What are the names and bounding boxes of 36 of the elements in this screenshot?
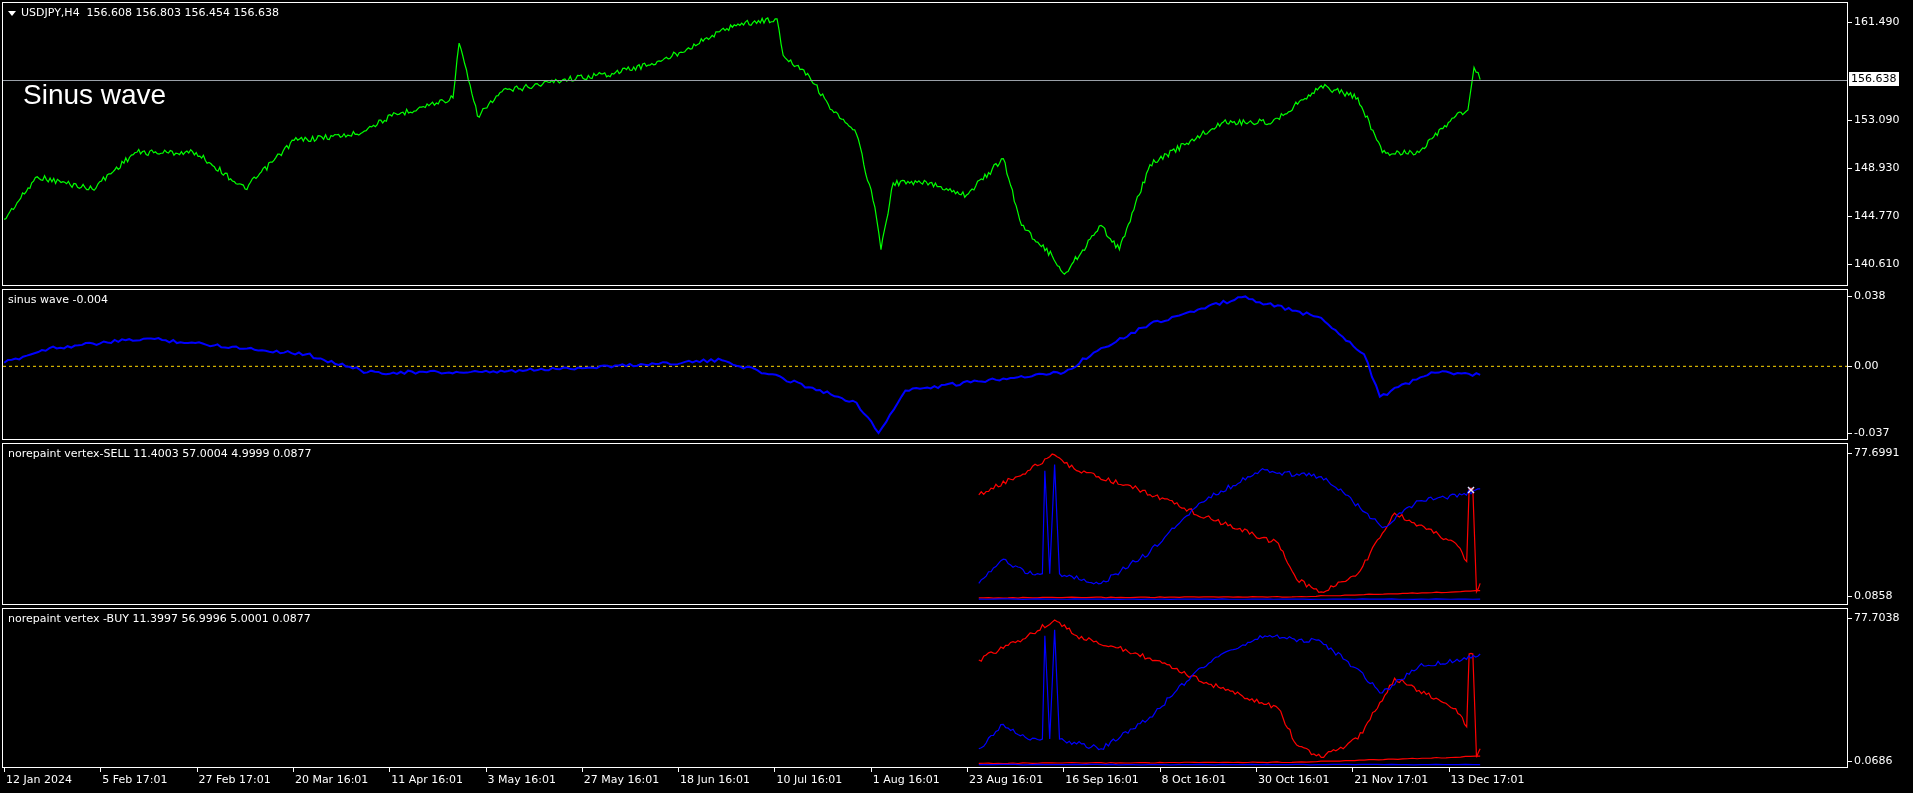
axis-label: -0.037 [1854,426,1890,440]
axis-label: 0.0686 [1854,754,1893,768]
indicator-label: norepaint vertex -BUY 11.3997 56.9996 5.0001 0.0877 [8,612,311,626]
time-label: 12 Jan 2024 [6,773,72,787]
time-label: 27 May 16:01 [583,773,660,787]
time-label: 18 Jun 16:01 [680,773,750,787]
axis-label: 0.038 [1854,289,1886,303]
time-label: 30 Oct 16:01 [1257,773,1330,787]
time-label: 21 Nov 17:01 [1354,773,1429,787]
dropdown-triangle-icon [8,10,16,16]
axis-label: 140.610 [1854,257,1900,271]
indicator-label: norepaint vertex-SELL 11.4003 57.0004 4.9999 0.0877 [8,447,312,461]
time-label: 11 Apr 16:01 [391,773,463,787]
time-label: 3 May 16:01 [487,773,556,787]
price-tag: 156.638 [1849,72,1899,86]
time-label: 8 Oct 16:01 [1161,773,1227,787]
time-label: 16 Sep 16:01 [1065,773,1139,787]
axis-label: 144.770 [1854,209,1900,223]
indicator-label: sinus wave -0.004 [8,293,108,307]
chart-title: Sinus wave [23,79,167,111]
time-label: 13 Dec 17:01 [1450,773,1525,787]
time-label: 1 Aug 16:01 [872,773,940,787]
axis-label: 161.490 [1854,15,1900,29]
axis-label: 0.0858 [1854,589,1893,603]
axis-label: 148.930 [1854,161,1900,175]
axis-label: 77.6991 [1854,446,1900,460]
axis-label: 0.00 [1854,359,1879,373]
axis-label: 153.090 [1854,113,1900,127]
time-label: 27 Feb 17:01 [198,773,271,787]
indicator-label: USDJPY,H4 156.608 156.803 156.454 156.638 [21,6,280,20]
time-label: 10 Jul 16:01 [776,773,843,787]
time-label: 23 Aug 16:01 [969,773,1044,787]
axis-label: 77.7038 [1854,611,1900,625]
time-label: 5 Feb 17:01 [102,773,168,787]
cross-marker-icon [1467,486,1475,494]
time-label: 20 Mar 16:01 [294,773,369,787]
